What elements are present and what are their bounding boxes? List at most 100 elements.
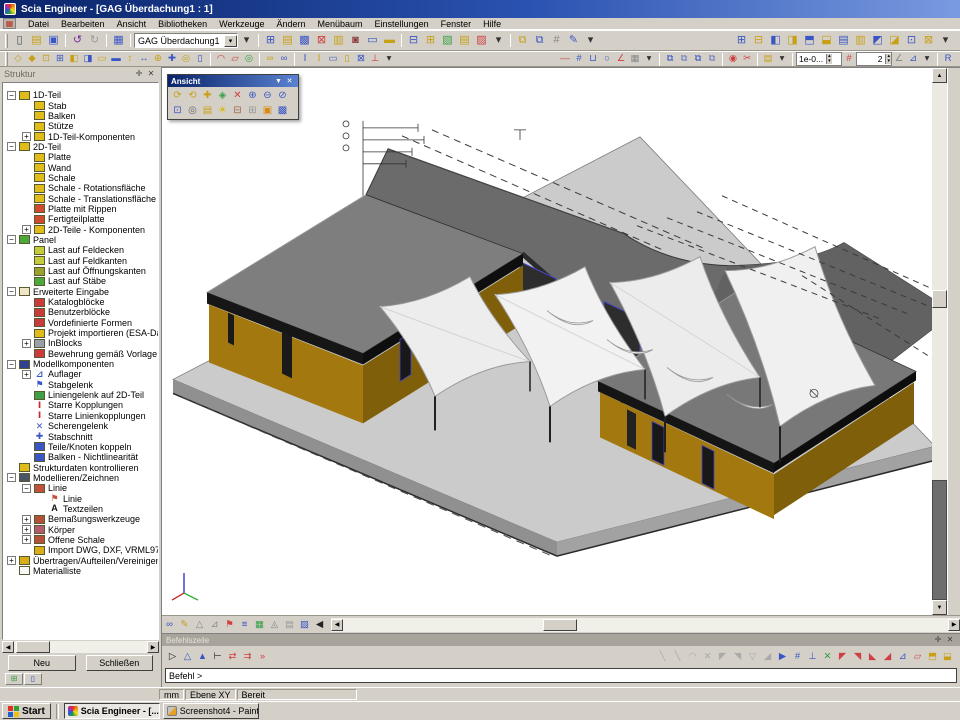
scroll-right-icon[interactable]: ▶: [948, 619, 960, 631]
format-brush-icon[interactable]: ✎: [565, 32, 582, 49]
tree-item[interactable]: Schale - Rotationsfläche: [3, 183, 158, 193]
viewport-h-scrollbar[interactable]: ◀ ▶: [331, 618, 960, 632]
tree-item[interactable]: +Bemaßungswerkzeuge: [3, 514, 158, 524]
tree-item[interactable]: ⅠStarre Linienkopplungen: [3, 411, 158, 421]
properties-icon[interactable]: #: [548, 32, 565, 49]
tree-item[interactable]: Platte: [3, 152, 158, 162]
tree-item[interactable]: +⊿Auflager: [3, 369, 158, 379]
label-node-icon[interactable]: △: [192, 617, 207, 632]
select-load-icon[interactable]: ◧: [67, 52, 81, 66]
snap-edge-icon[interactable]: ⊿: [895, 650, 910, 665]
select-node-icon[interactable]: ◇: [11, 52, 25, 66]
select-updown-icon[interactable]: ↕: [123, 52, 137, 66]
tree-expander-icon[interactable]: −: [7, 287, 16, 296]
work-plane-icon[interactable]: ▱: [228, 52, 242, 66]
axo-view-icon[interactable]: ✕: [230, 88, 245, 103]
tree-item[interactable]: Platte mit Rippen: [3, 204, 158, 214]
output-more-icon[interactable]: ▾: [490, 32, 507, 49]
mesh-icon[interactable]: ◙: [347, 32, 364, 49]
start-button[interactable]: Start: [2, 703, 51, 719]
ucs-icon[interactable]: ◎: [242, 52, 256, 66]
section-cut-icon[interactable]: ◠: [214, 52, 228, 66]
select-leftright-icon[interactable]: ↔: [137, 52, 151, 66]
toolbar-grip[interactable]: [5, 34, 8, 48]
tree-expander-icon[interactable]: +: [22, 525, 31, 534]
snap-point-icon[interactable]: ◣: [865, 650, 880, 665]
zoom-out-icon[interactable]: ⊖: [260, 88, 275, 103]
draw-circle-icon[interactable]: ○: [600, 52, 614, 66]
tree-item[interactable]: Schale: [3, 173, 158, 183]
tree-expander-icon[interactable]: −: [7, 473, 16, 482]
gallery-icon[interactable]: ▧: [439, 32, 456, 49]
scroll-thumb[interactable]: [16, 641, 50, 653]
snap-corner-1-icon[interactable]: ◤: [715, 650, 730, 665]
undo-icon[interactable]: ↺: [69, 32, 86, 49]
tree-item[interactable]: −2D-Teil: [3, 142, 158, 152]
move-icon[interactable]: ⧉: [677, 52, 691, 66]
snap-grid-icon[interactable]: #: [790, 650, 805, 665]
tree-item[interactable]: Schale - Translationsfläche: [3, 193, 158, 203]
rotate-view-icon[interactable]: ⟳: [170, 88, 185, 103]
insert-wall-icon[interactable]: ▯: [340, 52, 354, 66]
tree-item[interactable]: Katalogblöcke: [3, 297, 158, 307]
volumes-icon[interactable]: ◬: [267, 617, 282, 632]
label-load-icon[interactable]: ⚑: [222, 617, 237, 632]
select-beam-icon[interactable]: ◆: [25, 52, 39, 66]
print-preview-icon[interactable]: ⊞: [422, 32, 439, 49]
print-icon[interactable]: ⊟: [405, 32, 422, 49]
insert-column-icon[interactable]: Ⅰ: [312, 52, 326, 66]
scroll-thumb[interactable]: [932, 290, 947, 308]
open-esa-icon[interactable]: ▤: [761, 52, 775, 66]
menu-ndern[interactable]: Ändern: [270, 19, 311, 29]
tree-expander-icon[interactable]: +: [22, 132, 31, 141]
window-close-icon[interactable]: ⊟: [750, 32, 767, 49]
draw-line-icon[interactable]: —: [558, 52, 572, 66]
command-line-header[interactable]: Befehlszeile ✛✕: [162, 634, 960, 646]
select-clear-icon[interactable]: ▯: [193, 52, 207, 66]
coords-icon[interactable]: ⊢: [210, 650, 225, 665]
toolbar-grip[interactable]: [5, 52, 8, 66]
snap-spinner[interactable]: 2 ▴▾: [856, 52, 892, 66]
zoom-in-icon[interactable]: ⊕: [245, 88, 260, 103]
tree-item[interactable]: Benutzerblöcke: [3, 307, 158, 317]
struktur-panel-header[interactable]: Struktur ✛✕: [0, 67, 161, 81]
open-icon[interactable]: ▤: [28, 32, 45, 49]
tree-item[interactable]: +InBlocks: [3, 338, 158, 348]
chain-icon[interactable]: ∞: [263, 52, 277, 66]
filter-down-icon[interactable]: ▲: [195, 650, 210, 665]
shading-icon[interactable]: ▤: [282, 617, 297, 632]
tree-item[interactable]: Bewehrung gemäß Vorlage: [3, 349, 158, 359]
scroll-left-icon[interactable]: ◀: [2, 641, 14, 653]
print-view-2-icon[interactable]: ⊞: [245, 103, 260, 118]
tree-item[interactable]: Projekt importieren (ESA-Datei): [3, 328, 158, 338]
draw-angle-icon[interactable]: ∠: [614, 52, 628, 66]
tree-expander-icon[interactable]: −: [22, 484, 31, 493]
tree-item[interactable]: Balken - Nichtlinearität: [3, 452, 158, 462]
tree-expander-icon[interactable]: +: [22, 515, 31, 524]
tree-item[interactable]: Last auf Feldecken: [3, 245, 158, 255]
folder-more-icon[interactable]: ▾: [775, 52, 789, 66]
select-prev-icon[interactable]: ▬: [109, 52, 123, 66]
window-b-icon[interactable]: ◪: [886, 32, 903, 49]
snap-settings-icon[interactable]: #: [842, 52, 856, 66]
collapse-icon[interactable]: ◀: [312, 617, 327, 632]
scroll-left-icon[interactable]: ◀: [331, 619, 343, 631]
document-icon[interactable]: ▥: [330, 32, 347, 49]
tree-item[interactable]: +Körper: [3, 524, 158, 534]
snap-level-2-icon[interactable]: ⬓: [940, 650, 955, 665]
wire-icon[interactable]: ∞: [162, 617, 177, 632]
tree-item[interactable]: Strukturdaten kontrollieren: [3, 462, 158, 472]
tree-item[interactable]: ATextzeilen: [3, 504, 158, 514]
tree-item[interactable]: Last auf Stäbe: [3, 276, 158, 286]
model-canvas[interactable]: Ansicht ▼✕ ⟳⟲✚◈✕⊕⊖⊘ ⊡◎▤☀⊟⊞▣▩: [162, 68, 932, 615]
select-plus-icon[interactable]: ⊕: [151, 52, 165, 66]
tree-item[interactable]: −Panel: [3, 235, 158, 245]
close-icon[interactable]: ✕: [145, 69, 157, 80]
render-mode-icon[interactable]: R: [941, 52, 955, 66]
tree-item[interactable]: Balken: [3, 111, 158, 121]
tree-item[interactable]: +2D-Teile - Komponenten: [3, 224, 158, 234]
copy-icon[interactable]: ⧉: [514, 32, 531, 49]
libraries-icon[interactable]: ▤: [279, 32, 296, 49]
redo-icon[interactable]: ↻: [86, 32, 103, 49]
tree-item[interactable]: −Erweiterte Eingabe: [3, 287, 158, 297]
